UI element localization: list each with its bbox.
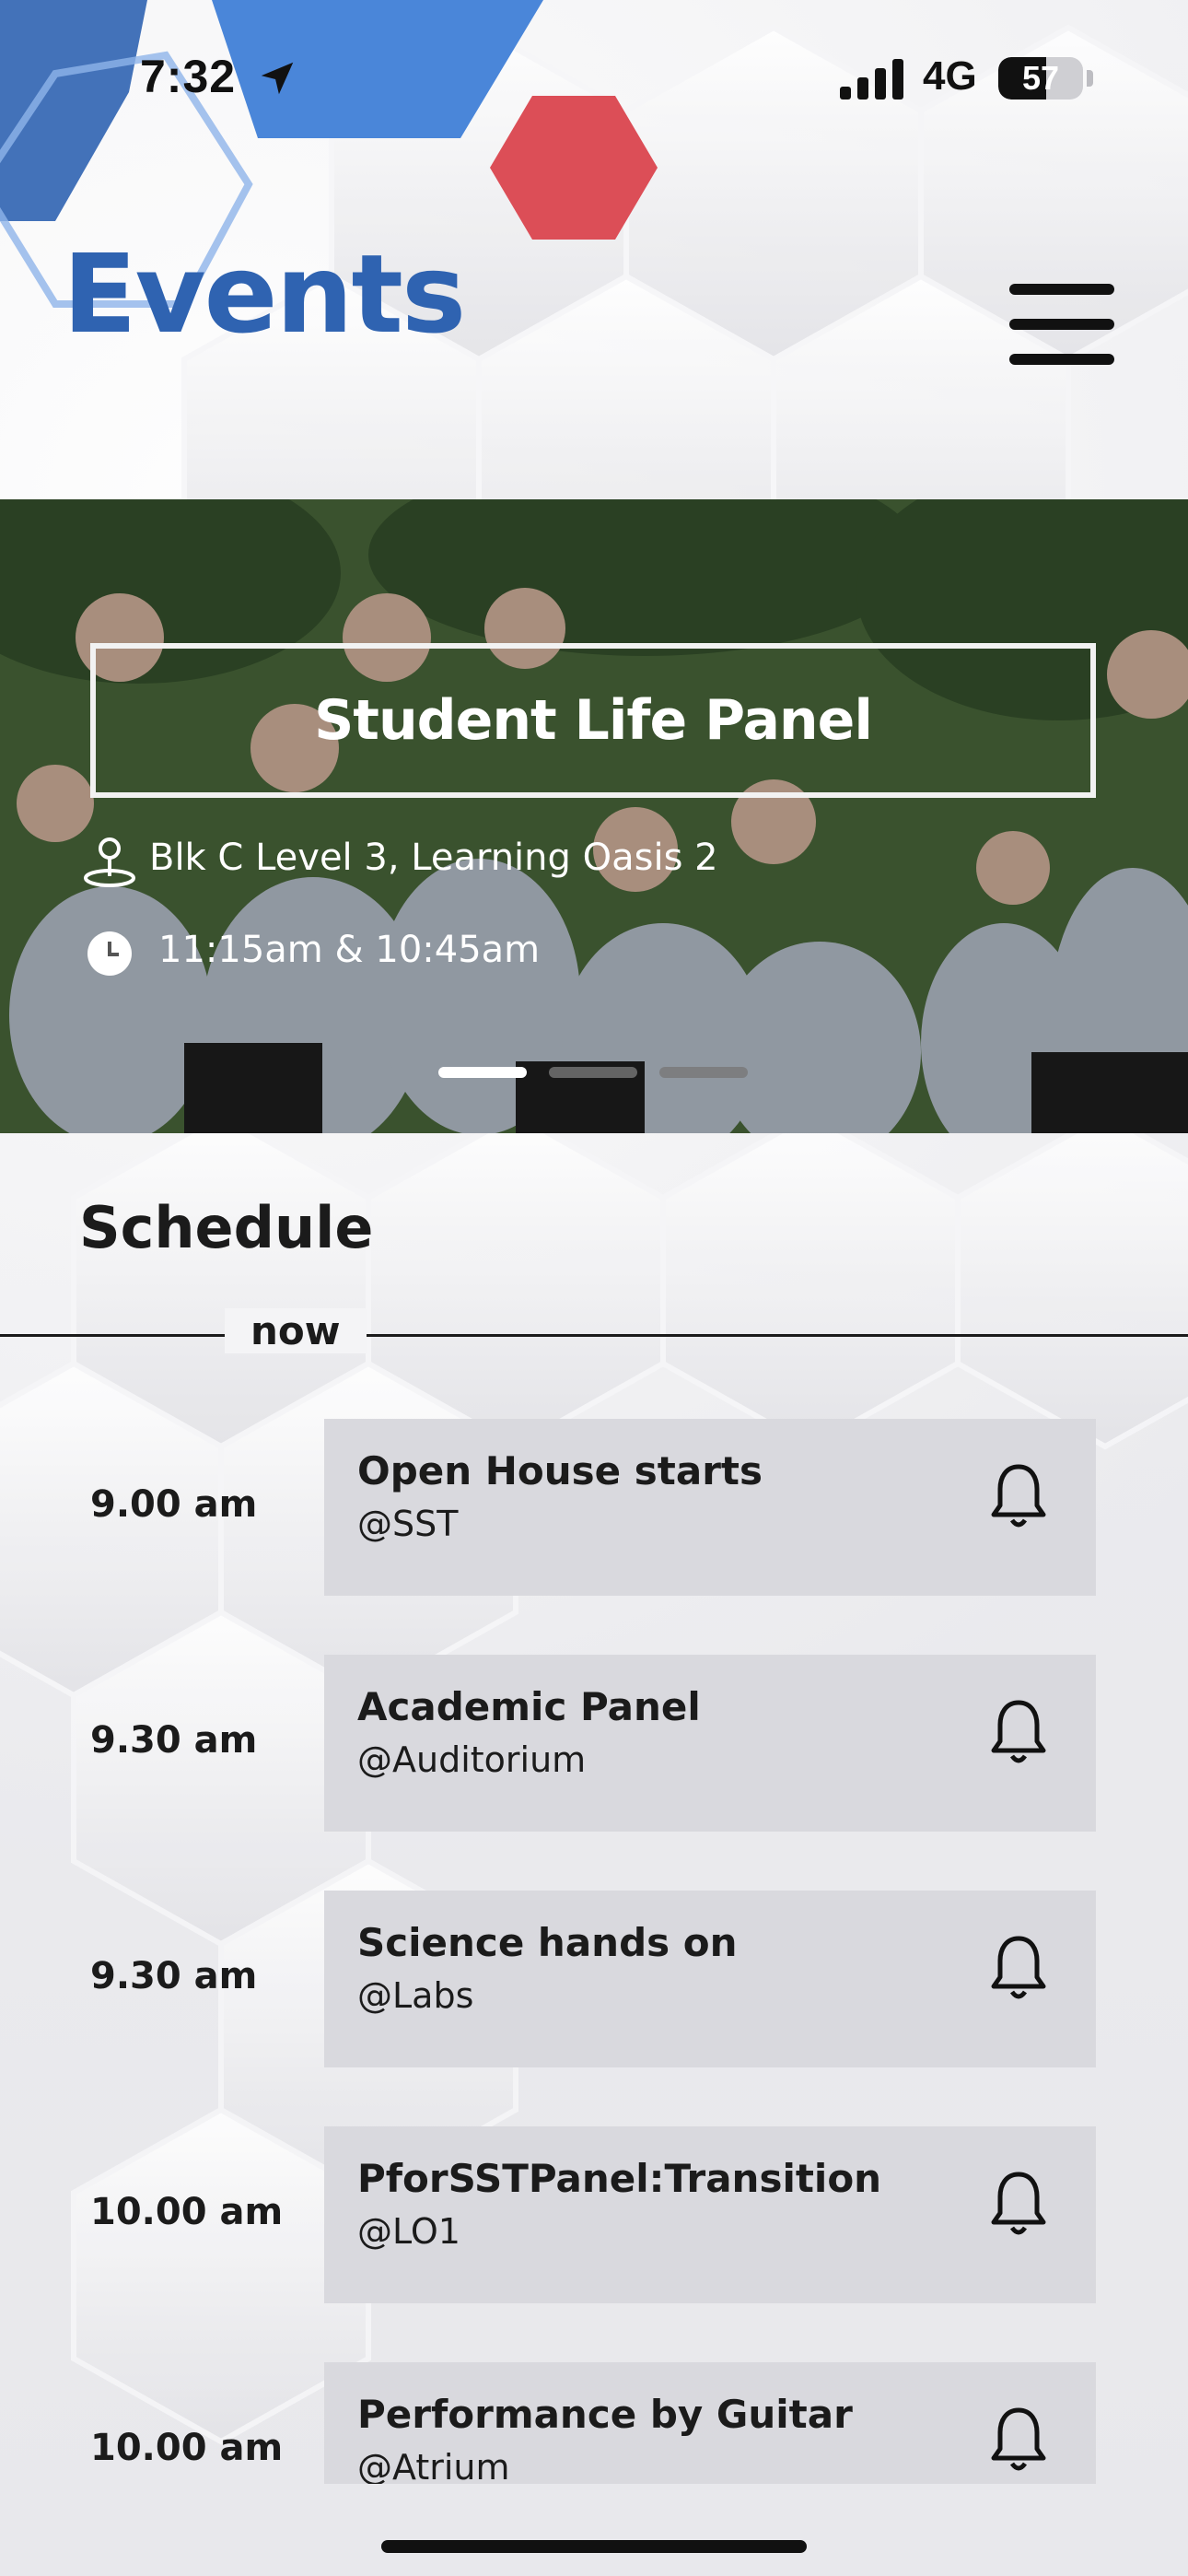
cellular-signal-icon xyxy=(840,59,903,100)
reminder-bell-icon[interactable] xyxy=(989,1697,1048,1769)
carousel-dot-1[interactable] xyxy=(438,1067,527,1078)
location-arrow-icon xyxy=(261,62,294,95)
schedule-list[interactable]: 9.00 am Open House starts @SST 9.30 am A… xyxy=(0,1354,1188,2484)
event-time: 9.30 am xyxy=(90,1719,258,1762)
schedule-row: 10.00 am Performance by Guitar @Atrium xyxy=(0,2362,1188,2484)
clock-icon xyxy=(87,931,132,976)
carousel-dot-3[interactable] xyxy=(659,1067,748,1078)
event-venue: @Atrium xyxy=(357,2447,510,2484)
event-name: Science hands on xyxy=(357,1920,738,1965)
event-time: 10.00 am xyxy=(90,2191,284,2233)
now-divider-line xyxy=(0,1334,1188,1337)
reminder-bell-icon[interactable] xyxy=(989,1933,1048,2005)
event-venue: @Labs xyxy=(357,1975,474,2016)
status-time: 7:32 xyxy=(140,51,237,102)
hero-title-frame: Student Life Panel xyxy=(90,643,1096,798)
event-card[interactable]: Performance by Guitar @Atrium xyxy=(324,2362,1096,2484)
network-type: 4G xyxy=(923,53,977,99)
hero-location: Blk C Level 3, Learning Oasis 2 xyxy=(149,837,718,879)
home-indicator[interactable] xyxy=(381,2540,807,2553)
event-name: Academic Panel xyxy=(357,1684,701,1729)
schedule-row: 9.30 am Academic Panel @Auditorium xyxy=(0,1655,1188,1832)
battery-icon: 57 xyxy=(998,57,1083,100)
schedule-row: 10.00 am PforSSTPanel:Transition @LO1 xyxy=(0,2126,1188,2303)
carousel-dot-2[interactable] xyxy=(549,1067,637,1078)
hamburger-menu-icon xyxy=(1009,284,1114,295)
reminder-bell-icon[interactable] xyxy=(989,1461,1048,1533)
reminder-bell-icon[interactable] xyxy=(989,2169,1048,2241)
hero-title: Student Life Panel xyxy=(314,688,873,753)
featured-event-banner[interactable]: Student Life Panel Blk C Level 3, Learni… xyxy=(0,499,1188,1133)
event-name: Performance by Guitar xyxy=(357,2392,853,2437)
event-venue: @LO1 xyxy=(357,2211,460,2252)
event-card[interactable]: Academic Panel @Auditorium xyxy=(324,1655,1096,1832)
event-name: Open House starts xyxy=(357,1448,763,1493)
event-name: PforSSTPanel:Transition xyxy=(357,2156,882,2201)
hero-time: 11:15am & 10:45am xyxy=(158,929,541,971)
schedule-row: 9.30 am Science hands on @Labs xyxy=(0,1891,1188,2067)
battery-percent: 57 xyxy=(1021,59,1060,97)
map-pin-icon xyxy=(84,837,135,887)
status-bar: 7:32 4G 57 xyxy=(0,0,1188,157)
schedule-heading: Schedule xyxy=(79,1194,374,1261)
event-time: 10.00 am xyxy=(90,2427,284,2469)
event-venue: @SST xyxy=(357,1504,459,1544)
event-card[interactable]: Open House starts @SST xyxy=(324,1419,1096,1596)
event-card[interactable]: Science hands on @Labs xyxy=(324,1891,1096,2067)
reminder-bell-icon[interactable] xyxy=(989,2405,1048,2476)
event-venue: @Auditorium xyxy=(357,1739,587,1780)
event-card[interactable]: PforSSTPanel:Transition @LO1 xyxy=(324,2126,1096,2303)
page-title: Events xyxy=(63,230,466,357)
battery-nub xyxy=(1087,70,1093,87)
header: Events xyxy=(0,157,1188,499)
hero-overlay xyxy=(0,499,1188,1133)
event-time: 9.30 am xyxy=(90,1955,258,1997)
event-time: 9.00 am xyxy=(90,1483,258,1526)
schedule-row: 9.00 am Open House starts @SST xyxy=(0,1419,1188,1596)
hamburger-menu-button[interactable] xyxy=(1009,284,1116,369)
now-marker-label: now xyxy=(225,1308,367,1353)
carousel-indicator xyxy=(438,1067,751,1080)
